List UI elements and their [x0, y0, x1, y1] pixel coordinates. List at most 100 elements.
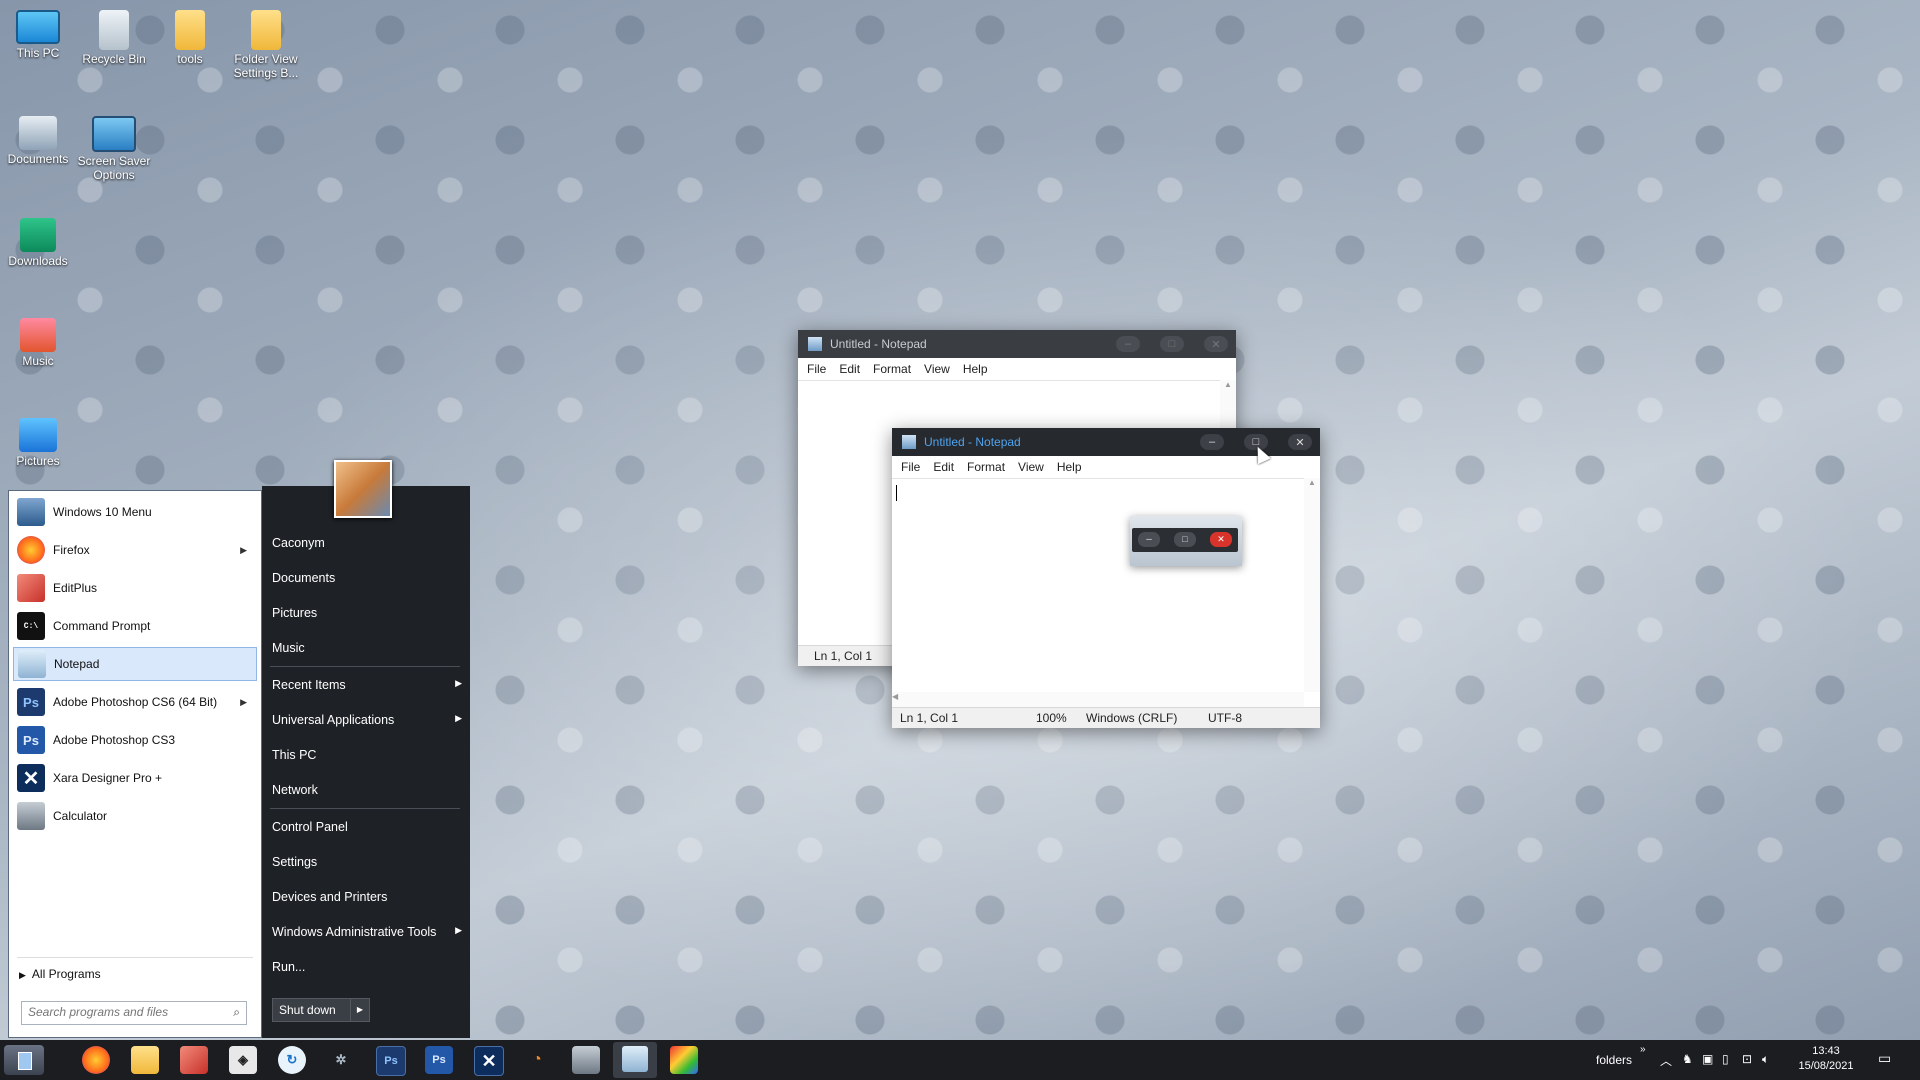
pinned-firefox[interactable]: Firefox ▶: [13, 533, 257, 567]
divider: [17, 957, 253, 958]
menu-format[interactable]: Format: [967, 460, 1005, 474]
taskbar-firefox-icon[interactable]: [82, 1046, 110, 1074]
desktop-icon-music[interactable]: Music: [0, 314, 76, 368]
pinned-photoshop-cs3[interactable]: Ps Adobe Photoshop CS3: [13, 723, 257, 757]
menu-help[interactable]: Help: [1057, 460, 1082, 474]
search-box[interactable]: ⌕: [21, 1001, 247, 1025]
right-item-documents[interactable]: Documents: [272, 571, 462, 585]
status-line-ending: Windows (CRLF): [1086, 711, 1178, 725]
right-item-universal-apps[interactable]: Universal Applications ▶: [272, 713, 462, 727]
submenu-arrow-icon: ▶: [240, 696, 247, 707]
menu-view[interactable]: View: [1018, 460, 1044, 474]
right-item-pictures[interactable]: Pictures: [272, 606, 462, 620]
minimize-button[interactable]: –: [1200, 434, 1224, 450]
action-center-icon[interactable]: ▭: [1878, 1050, 1891, 1067]
close-button[interactable]: ✕: [1204, 336, 1228, 352]
tray-security-icon[interactable]: ♞: [1682, 1052, 1693, 1066]
documents-icon: [19, 116, 57, 150]
taskbar-file-explorer-icon[interactable]: [131, 1046, 159, 1074]
submenu-arrow-icon: ▶: [455, 925, 462, 935]
close-button[interactable]: ✕: [1288, 434, 1312, 450]
minimize-button[interactable]: –: [1116, 336, 1140, 352]
desktop-icon-label: tools: [177, 52, 203, 66]
taskbar-photoshop-cs6-icon[interactable]: Ps: [376, 1046, 406, 1076]
tray-volume-icon[interactable]: 🔈︎: [1762, 1052, 1769, 1067]
right-item-admin-tools[interactable]: Windows Administrative Tools ▶: [272, 925, 462, 939]
search-input[interactable]: [22, 1002, 224, 1022]
right-item-network[interactable]: Network: [272, 783, 462, 797]
toolbar-folders-label[interactable]: folders: [1596, 1053, 1632, 1067]
menu-edit[interactable]: Edit: [839, 362, 860, 376]
pinned-notepad[interactable]: Notepad: [13, 647, 257, 681]
command-prompt-icon: C:\: [17, 612, 45, 640]
menu-format[interactable]: Format: [873, 362, 911, 376]
desktop-icon-pictures[interactable]: Pictures: [0, 414, 76, 468]
taskbar-calculator-icon[interactable]: [572, 1046, 600, 1074]
desktop-icon-label: Pictures: [16, 454, 60, 468]
taskbar-sync-icon[interactable]: ↻: [278, 1046, 306, 1074]
monitor-icon: [16, 10, 60, 44]
right-item-music[interactable]: Music: [272, 641, 462, 655]
start-button[interactable]: [4, 1045, 44, 1075]
menu-view[interactable]: View: [924, 362, 950, 376]
all-programs-button[interactable]: ▶ All Programs: [19, 967, 101, 981]
menu-file[interactable]: File: [901, 460, 920, 474]
desktop-icon-downloads[interactable]: Downloads: [0, 214, 76, 268]
right-item-this-pc[interactable]: This PC: [272, 748, 462, 762]
taskbar-paint-icon[interactable]: [670, 1046, 698, 1074]
right-item-user[interactable]: Caconym: [272, 536, 462, 550]
desktop-icon-screen-saver[interactable]: Screen Saver Options: [76, 112, 152, 182]
text-area[interactable]: [892, 478, 1304, 692]
toolbar-expand-icon[interactable]: »: [1640, 1044, 1646, 1055]
menu-bar: File Edit Format View Help: [798, 358, 1236, 380]
shutdown-button[interactable]: Shut down: [279, 1003, 336, 1017]
menu-file[interactable]: File: [807, 362, 826, 376]
pinned-calculator[interactable]: Calculator: [13, 799, 257, 833]
taskbar-editplus-icon[interactable]: [180, 1046, 208, 1074]
desktop-icon-recycle-bin[interactable]: Recycle Bin: [76, 6, 152, 66]
desktop-icon-label: Screen Saver Options: [77, 154, 151, 182]
taskbar-photoshop-cs3-icon[interactable]: Ps: [425, 1046, 453, 1074]
tray-storage-icon[interactable]: ▣: [1702, 1052, 1713, 1066]
title-bar[interactable]: Untitled - Notepad – □ ✕: [798, 330, 1236, 358]
right-item-control-panel[interactable]: Control Panel: [272, 820, 462, 834]
horizontal-scrollbar[interactable]: ◀: [892, 692, 1304, 708]
menu-edit[interactable]: Edit: [933, 460, 954, 474]
right-item-run[interactable]: Run...: [272, 960, 462, 974]
pinned-command-prompt[interactable]: C:\ Command Prompt: [13, 609, 257, 643]
notepad-window-active[interactable]: Untitled - Notepad – □ ✕ File Edit Forma…: [892, 428, 1320, 728]
screen-saver-icon: [92, 116, 136, 152]
pinned-photoshop-cs6[interactable]: Ps Adobe Photoshop CS6 (64 Bit) ▶: [13, 685, 257, 719]
right-item-devices[interactable]: Devices and Printers: [272, 890, 462, 904]
desktop-icon-documents[interactable]: Documents: [0, 112, 76, 166]
user-avatar[interactable]: [334, 460, 392, 518]
right-item-recent-items[interactable]: Recent Items ▶: [272, 678, 462, 692]
desktop-icon-this-pc[interactable]: This PC: [0, 6, 76, 60]
editplus-icon: [17, 574, 45, 602]
tray-usb-icon[interactable]: ▯: [1722, 1052, 1729, 1066]
desktop-icon-tools[interactable]: tools: [152, 6, 228, 66]
downloads-icon: [20, 218, 56, 252]
tray-network-icon[interactable]: ⊡: [1742, 1052, 1752, 1066]
pinned-editplus[interactable]: EditPlus: [13, 571, 257, 605]
taskbar-app-icon[interactable]: ◈: [229, 1046, 257, 1074]
desktop-icon-folder-view-settings[interactable]: Folder View Settings B...: [228, 6, 304, 80]
start-left-pane: Windows 10 Menu Firefox ▶ EditPlus C:\ C…: [8, 490, 262, 1038]
submenu-arrow-icon: ▶: [455, 713, 462, 723]
right-item-settings[interactable]: Settings: [272, 855, 462, 869]
shutdown-options-arrow-icon[interactable]: ▶: [350, 999, 369, 1021]
status-position: Ln 1, Col 1: [900, 711, 959, 725]
show-hidden-icons-chevron-icon[interactable]: ︿: [1660, 1052, 1672, 1069]
taskbar-notepad-active[interactable]: [613, 1042, 657, 1078]
taskbar-settings-icon[interactable]: ✲: [327, 1046, 355, 1074]
clock[interactable]: 13:43 15/08/2021: [1788, 1044, 1864, 1074]
vertical-scrollbar[interactable]: ▲: [1304, 478, 1320, 692]
taskbar-blender-icon[interactable]: ◔: [523, 1046, 551, 1074]
desktop-icon-label: Documents: [7, 152, 69, 166]
status-zoom: 100%: [1036, 711, 1067, 725]
pinned-windows-10-menu[interactable]: Windows 10 Menu: [13, 495, 257, 529]
menu-help[interactable]: Help: [963, 362, 988, 376]
taskbar-xara-icon[interactable]: ✕: [474, 1046, 504, 1076]
maximize-button[interactable]: □: [1160, 336, 1184, 352]
pinned-xara-designer[interactable]: ✕ Xara Designer Pro +: [13, 761, 257, 795]
